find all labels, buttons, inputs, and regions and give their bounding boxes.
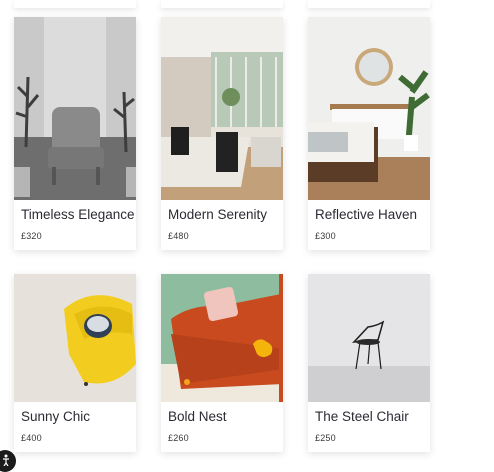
- previous-row-card-edge: [14, 0, 136, 8]
- product-name[interactable]: The Steel Chair: [315, 409, 409, 424]
- product-price: £250: [315, 433, 336, 443]
- product-name[interactable]: Sunny Chic: [21, 409, 90, 424]
- product-card[interactable]: Reflective Haven £300: [308, 17, 430, 250]
- product-name[interactable]: Reflective Haven: [315, 207, 417, 222]
- product-image[interactable]: [14, 274, 136, 402]
- product-name[interactable]: Modern Serenity: [168, 207, 267, 222]
- product-card[interactable]: Sunny Chic £400: [14, 274, 136, 452]
- previous-row-card-edge: [161, 0, 283, 8]
- product-card[interactable]: Timeless Elegance £320: [14, 17, 136, 250]
- product-name[interactable]: Timeless Elegance: [21, 207, 135, 222]
- product-price: £260: [168, 433, 189, 443]
- product-price: £400: [21, 433, 42, 443]
- previous-row-card-edge: [308, 0, 430, 8]
- product-card[interactable]: Modern Serenity £480: [161, 17, 283, 250]
- product-card[interactable]: The Steel Chair £250: [308, 274, 430, 452]
- product-image[interactable]: [308, 17, 430, 200]
- product-price: £300: [315, 231, 336, 241]
- product-price: £480: [168, 231, 189, 241]
- product-image[interactable]: [14, 17, 136, 200]
- product-image[interactable]: [161, 17, 283, 200]
- product-name[interactable]: Bold Nest: [168, 409, 227, 424]
- accessibility-glyph: [3, 454, 9, 466]
- product-image[interactable]: [161, 274, 283, 402]
- product-card[interactable]: Bold Nest £260: [161, 274, 283, 452]
- product-price: £320: [21, 231, 42, 241]
- accessibility-icon[interactable]: [0, 450, 16, 472]
- product-image[interactable]: [308, 274, 430, 402]
